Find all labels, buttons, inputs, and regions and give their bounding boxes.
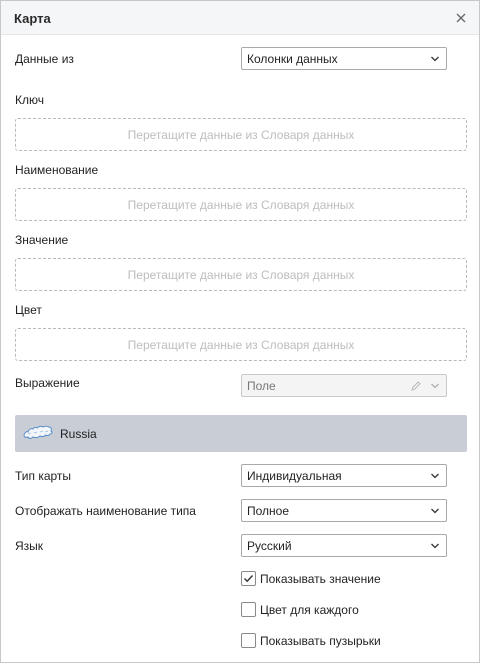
checkbox-box [241, 602, 256, 617]
key-label: Ключ [15, 93, 44, 107]
checkbox-box [241, 633, 256, 648]
data-from-label: Данные из [15, 52, 74, 66]
dialog-title: Карта [14, 11, 51, 26]
color-each-label: Цвет для каждого [260, 603, 359, 617]
dialog-titlebar: Карта [1, 1, 479, 35]
map-type-value: Индивидуальная [247, 469, 342, 483]
color-drop-placeholder: Перетащите данные из Словаря данных [127, 337, 355, 352]
value-drop-placeholder: Перетащите данные из Словаря данных [127, 267, 355, 282]
display-type-name-value: Полное [247, 504, 290, 518]
map-dialog: Карта Данные из Колонки данных Ключ Пере… [0, 0, 480, 663]
value-drop-zone[interactable]: Перетащите данные из Словаря данных [15, 258, 467, 291]
chevron-down-icon [431, 383, 439, 389]
map-name: Russia [60, 427, 97, 441]
display-type-name-label: Отображать наименование типа [15, 504, 196, 518]
chevron-down-icon [431, 543, 439, 549]
language-value: Русский [247, 539, 292, 553]
checkmark-icon [244, 575, 254, 583]
map-selector[interactable]: Russia [15, 415, 467, 452]
expression-value: Поле [247, 379, 276, 393]
pencil-icon[interactable] [410, 380, 422, 392]
show-bubbles-label: Показывать пузырьки [260, 634, 381, 648]
close-icon [456, 13, 466, 23]
color-label: Цвет [15, 303, 42, 317]
name-label: Наименование [15, 163, 99, 177]
checkbox-box [241, 571, 256, 586]
name-drop-zone[interactable]: Перетащите данные из Словаря данных [15, 188, 467, 221]
name-drop-placeholder: Перетащите данные из Словаря данных [127, 197, 355, 212]
show-value-label: Показывать значение [260, 572, 381, 586]
display-type-name-select[interactable]: Полное [241, 499, 447, 522]
data-from-select[interactable]: Колонки данных [241, 47, 447, 70]
language-select[interactable]: Русский [241, 534, 447, 557]
russia-map-icon [23, 425, 53, 439]
chevron-down-icon [431, 473, 439, 479]
color-drop-zone[interactable]: Перетащите данные из Словаря данных [15, 328, 467, 361]
language-label: Язык [15, 539, 44, 553]
data-from-value: Колонки данных [247, 52, 338, 66]
expression-label: Выражение [15, 376, 80, 390]
value-label: Значение [15, 233, 69, 247]
map-type-select[interactable]: Индивидуальная [241, 464, 447, 487]
expression-field[interactable]: Поле [241, 374, 447, 397]
chevron-down-icon [431, 508, 439, 514]
key-drop-placeholder: Перетащите данные из Словаря данных [127, 127, 355, 142]
chevron-down-icon [431, 56, 439, 62]
key-drop-zone[interactable]: Перетащите данные из Словаря данных [15, 118, 467, 151]
map-type-label: Тип карты [15, 469, 72, 483]
close-button[interactable] [453, 10, 469, 26]
